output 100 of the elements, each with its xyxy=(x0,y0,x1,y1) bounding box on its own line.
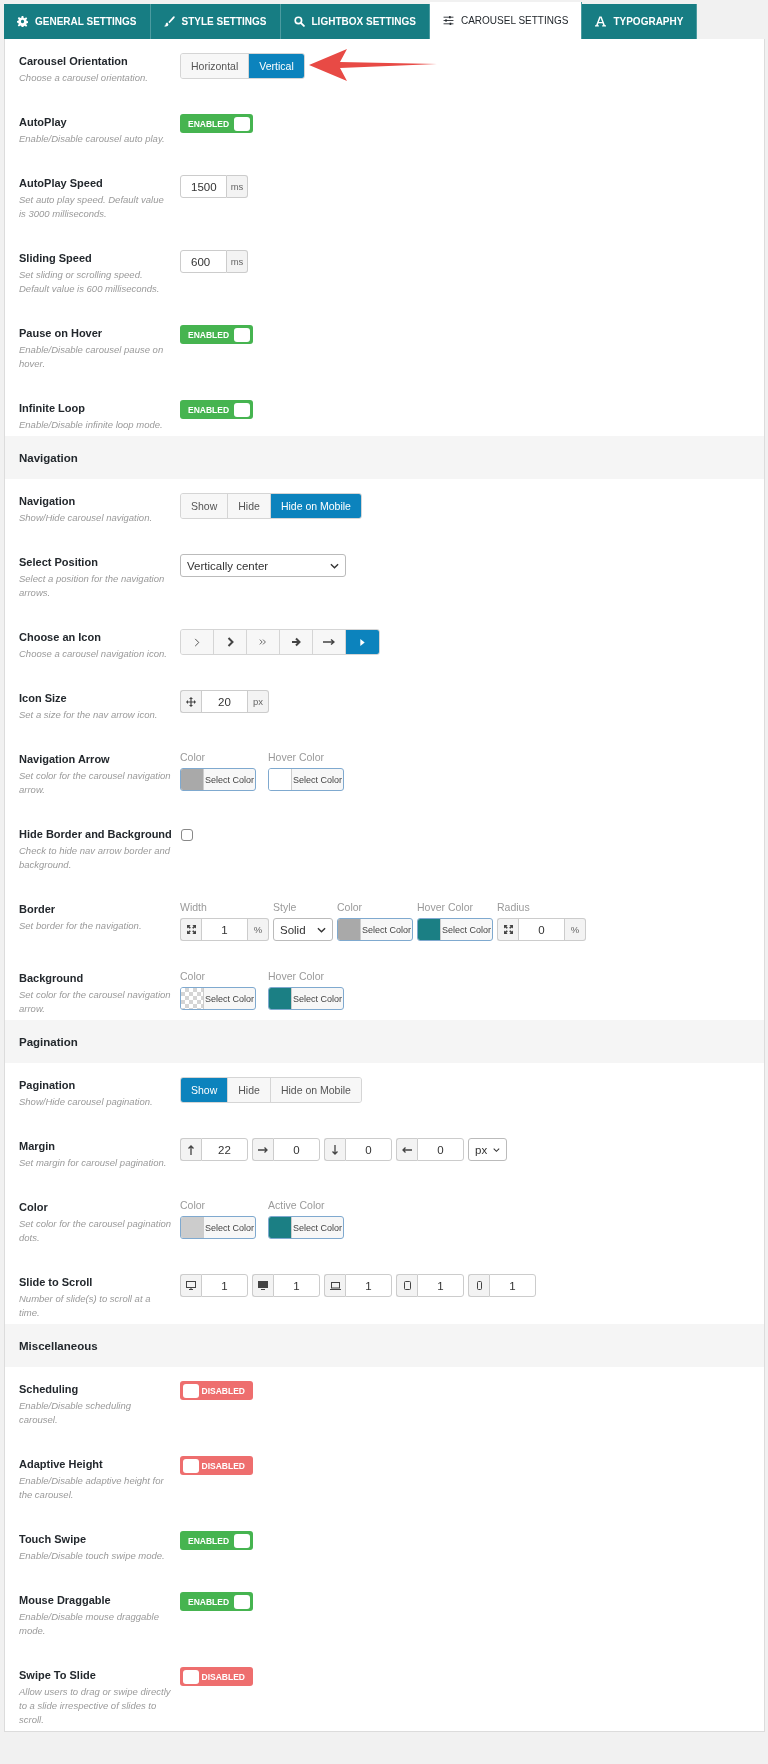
unit-label: % xyxy=(565,918,586,941)
setting-label: Navigation Arrow xyxy=(19,752,111,767)
number-field[interactable]: 0 xyxy=(345,1138,392,1161)
number-field[interactable]: 20 xyxy=(201,690,248,713)
number-field[interactable]: 1 xyxy=(417,1274,464,1297)
setting-description: Set border for the navigation. xyxy=(19,919,143,933)
setting-label: Navigation xyxy=(19,494,77,509)
field-caption: Active Color xyxy=(268,1199,326,1212)
setting-label: Adaptive Height xyxy=(19,1457,104,1472)
number-field[interactable]: 22 xyxy=(201,1138,248,1161)
color-picker[interactable]: Select Color xyxy=(337,918,413,941)
setting-description: Allow users to drag or swipe directly to a slide irrespective of slides to scroll. xyxy=(19,1685,172,1727)
setting-description: Enable/Disable mouse draggable mode. xyxy=(19,1610,160,1638)
setting-label: Scheduling xyxy=(19,1382,80,1397)
desktop-icon xyxy=(258,1281,268,1290)
color-picker[interactable]: Select Color xyxy=(180,987,256,1010)
arrow-up-icon xyxy=(188,1144,194,1155)
chevron-icon xyxy=(194,637,200,647)
sliders-icon xyxy=(442,15,454,26)
unit-label: ms xyxy=(227,250,248,273)
number-field[interactable]: 0 xyxy=(273,1138,320,1161)
color-picker[interactable]: Select Color xyxy=(268,768,344,791)
arrow-down-icon xyxy=(332,1144,338,1155)
number-field[interactable]: 0 xyxy=(417,1138,464,1161)
checkbox[interactable] xyxy=(181,829,193,841)
setting-description: Set color for the carousel pagination dots. xyxy=(19,1217,172,1245)
setting-label: Pagination xyxy=(19,1078,77,1093)
section-title: Miscellaneous xyxy=(19,1339,98,1352)
setting-label: Slide to Scroll xyxy=(19,1275,94,1290)
select-field[interactable]: px xyxy=(468,1138,507,1161)
color-picker[interactable]: Select Color xyxy=(268,1216,344,1239)
setting-description: Set a size for the nav arrow icon. xyxy=(19,708,159,722)
setting-label: Margin xyxy=(19,1139,57,1154)
number-field[interactable]: 1 xyxy=(345,1274,392,1297)
section-title: Pagination xyxy=(19,1035,78,1048)
setting-description: Set color for the carousel navigation arrow. xyxy=(19,988,172,1016)
color-picker[interactable]: Select Color xyxy=(180,768,256,791)
number-field[interactable]: 1 xyxy=(201,918,248,941)
number-field[interactable]: 0 xyxy=(518,918,565,941)
setting-description: Show/Hide carousel pagination. xyxy=(19,1095,154,1109)
number-field[interactable]: 1 xyxy=(201,1274,248,1297)
field-caption: Style xyxy=(273,901,298,914)
field-caption: Color xyxy=(337,901,364,914)
setting-description: Set color for the carousel navigation arrow. xyxy=(19,769,172,797)
setting-label: Border xyxy=(19,902,57,917)
field-caption: Hover Color xyxy=(268,970,326,983)
setting-description: Set margin for carousel pagination. xyxy=(19,1156,168,1170)
brush-icon xyxy=(163,16,175,27)
search-icon xyxy=(293,16,305,27)
tab[interactable]: TYPOGRAPHY xyxy=(582,4,698,39)
unit-label: % xyxy=(248,918,269,941)
monitor-icon xyxy=(186,1281,196,1290)
setting-label: Swipe To Slide xyxy=(19,1668,97,1683)
triangle-icon xyxy=(360,638,365,646)
segment-option[interactable]: Vertical xyxy=(249,54,304,78)
phone-icon xyxy=(476,1281,482,1290)
segment-option[interactable]: Show xyxy=(181,1078,229,1102)
field-caption: Color xyxy=(180,751,207,764)
tab[interactable]: GENERAL SETTINGS xyxy=(4,4,151,39)
setting-description: Set auto play speed. Default value is 3000 milliseconds. xyxy=(19,193,165,221)
long-arrow-icon xyxy=(323,639,335,645)
field-caption: Color xyxy=(180,1199,207,1212)
move-icon xyxy=(186,696,196,707)
select-field[interactable]: Vertically center xyxy=(180,554,346,577)
unit-label: px xyxy=(248,690,269,713)
segment-option[interactable]: Hide on Mobile xyxy=(270,494,361,518)
expand-icon xyxy=(503,925,513,934)
field-caption: Radius xyxy=(497,901,531,914)
setting-label: Pause on Hover xyxy=(19,326,104,341)
setting-label: Background xyxy=(19,971,85,986)
number-field[interactable]: 1 xyxy=(489,1274,536,1297)
setting-description: Choose a carousel orientation. xyxy=(19,71,149,85)
setting-label: Sliding Speed xyxy=(19,251,93,266)
setting-description: Number of slide(s) to scroll at a time. xyxy=(19,1292,152,1320)
field-caption: Color xyxy=(180,970,207,983)
setting-label: Hide Border and Background xyxy=(19,827,172,842)
tab[interactable]: LIGHTBOX SETTINGS xyxy=(280,4,430,39)
number-field[interactable]: 1500 xyxy=(180,175,227,198)
tab[interactable]: STYLE SETTINGS xyxy=(150,4,281,39)
color-picker[interactable]: Select Color xyxy=(268,987,344,1010)
setting-description: Enable/Disable carousel pause on hover. xyxy=(19,343,165,371)
tab[interactable]: CAROUSEL SETTINGS xyxy=(429,2,583,39)
color-picker[interactable]: Select Color xyxy=(180,1216,256,1239)
setting-description: Enable/Disable infinite loop mode. xyxy=(19,418,164,432)
caret-icon xyxy=(317,926,326,933)
select-field[interactable]: Solid xyxy=(273,918,333,941)
setting-label: AutoPlay Speed xyxy=(19,176,104,191)
setting-label: Choose an Icon xyxy=(19,630,102,645)
section-title: Navigation xyxy=(19,451,78,464)
segment-option[interactable]: Horizontal xyxy=(181,54,250,78)
setting-description: Enable/Disable touch swipe mode. xyxy=(19,1549,166,1563)
tablet-icon xyxy=(403,1281,411,1290)
number-field[interactable]: 1 xyxy=(273,1274,320,1297)
number-field[interactable]: 600 xyxy=(180,250,227,273)
setting-description: Choose a carousel navigation icon. xyxy=(19,647,168,661)
setting-description: Enable/Disable scheduling carousel. xyxy=(19,1399,132,1427)
color-picker[interactable]: Select Color xyxy=(417,918,493,941)
segment-option[interactable]: Show xyxy=(181,494,229,518)
setting-label: Mouse Draggable xyxy=(19,1593,112,1608)
setting-description: Enable/Disable carousel auto play. xyxy=(19,132,166,146)
